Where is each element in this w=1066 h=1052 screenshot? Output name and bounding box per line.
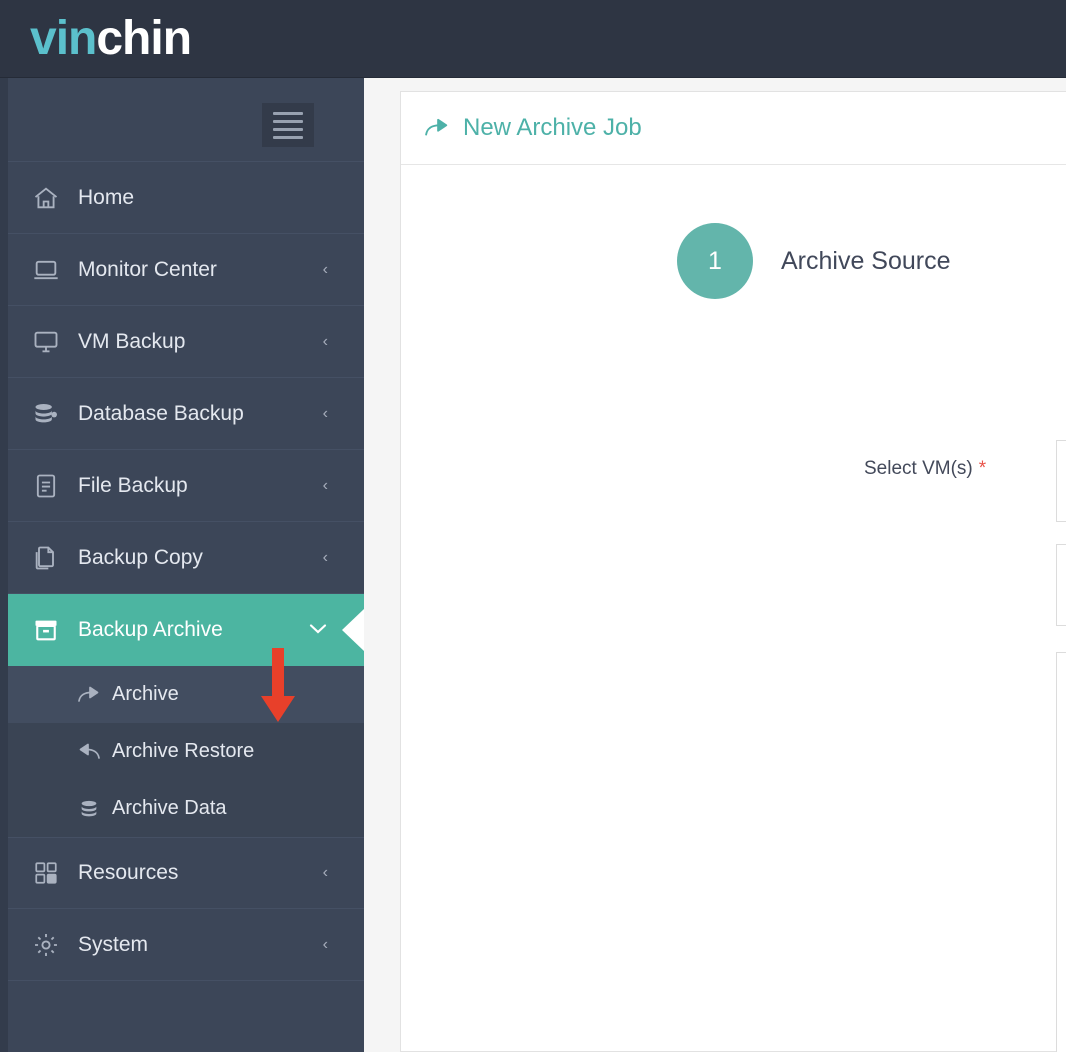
select-vms-label-text: Select VM(s): [864, 458, 973, 479]
sidebar-item-backup-copy[interactable]: Backup Copy ‹: [8, 522, 364, 594]
select-vms-field[interactable]: [1056, 440, 1066, 522]
monitor-icon: [30, 254, 62, 286]
sidebar-item-vm-backup[interactable]: VM Backup ‹: [8, 306, 364, 378]
active-indicator-notch: [342, 608, 364, 651]
sidebar-subitem-label: Archive Restore: [112, 740, 255, 762]
page-title: New Archive Job: [463, 114, 642, 141]
hamburger-menu-icon[interactable]: [262, 103, 314, 147]
home-icon: [30, 182, 62, 214]
chevron-left-icon: ‹: [322, 332, 328, 350]
sidebar-subitem-archive[interactable]: Archive: [8, 666, 364, 723]
step-number-badge: 1: [677, 223, 753, 299]
sidebar-item-label: System: [78, 932, 149, 956]
required-asterisk: *: [978, 458, 987, 479]
chevron-left-icon: ‹: [322, 404, 328, 422]
sidebar-item-label: File Backup: [78, 473, 188, 497]
logo-suffix: chin: [96, 12, 192, 65]
file-icon: [30, 470, 62, 502]
hamburger-line: [273, 111, 303, 115]
sidebar-subitem-archive-restore[interactable]: Archive Restore: [8, 723, 364, 780]
sidebar-item-label: Backup Copy: [78, 545, 203, 569]
sidebar-header: [8, 78, 364, 162]
content-area: New Archive Job 1 Archive Source Select …: [364, 78, 1066, 1052]
select-vms-label: Select VM(s) *: [864, 458, 986, 480]
sidebar-item-label: Resources: [78, 861, 179, 884]
top-bar: vinchin: [0, 0, 1066, 78]
new-archive-job-card: New Archive Job 1 Archive Source Select …: [400, 91, 1066, 1052]
card-header: New Archive Job: [401, 92, 1066, 165]
gear-icon: [30, 929, 62, 961]
sidebar-item-label: Database Backup: [78, 401, 244, 425]
brand-logo[interactable]: vinchin: [30, 9, 192, 69]
database-stack-icon: [76, 797, 102, 821]
chevron-left-icon: ‹: [322, 935, 328, 953]
sidebar-item-resources[interactable]: Resources ‹: [8, 837, 364, 909]
form-field-list-panel[interactable]: [1056, 652, 1066, 1052]
sidebar-item-label: Home: [78, 185, 135, 209]
sidebar-item-label: VM Backup: [78, 329, 186, 353]
sidebar: Home Monitor Center ‹ VM Backup ‹ Databa…: [0, 78, 364, 1052]
chevron-left-icon: ‹: [322, 260, 328, 278]
reply-arrow-icon: [76, 740, 102, 764]
chevron-left-icon: ‹: [322, 548, 328, 566]
form-field-secondary[interactable]: [1056, 544, 1066, 626]
chevron-down-icon: [308, 621, 328, 639]
hamburger-line: [273, 135, 303, 139]
step-label: Archive Source: [781, 246, 951, 275]
desktop-icon: [30, 326, 62, 358]
hamburger-line: [273, 127, 303, 131]
sidebar-item-label: Monitor Center: [78, 257, 217, 281]
wizard-step-1: 1 Archive Source: [677, 223, 951, 299]
chevron-left-icon: ‹: [322, 864, 328, 881]
copy-icon: [30, 542, 62, 574]
sidebar-submenu-backup-archive: Archive Archive Restore Archive Data: [8, 666, 364, 837]
database-icon: [30, 398, 62, 430]
sidebar-subitem-archive-data[interactable]: Archive Data: [8, 780, 364, 837]
hamburger-line: [273, 119, 303, 123]
sidebar-item-monitor-center[interactable]: Monitor Center ‹: [8, 234, 364, 306]
archive-box-icon: [30, 614, 62, 646]
sidebar-subitem-label: Archive Data: [112, 797, 227, 819]
grid-icon: [30, 857, 62, 889]
sidebar-item-backup-archive[interactable]: Backup Archive: [8, 594, 364, 666]
logo-prefix: vin: [30, 12, 97, 65]
sidebar-item-label: Backup Archive: [78, 617, 223, 641]
share-arrow-icon: [423, 116, 451, 140]
sidebar-item-system[interactable]: System ‹: [8, 909, 364, 981]
sidebar-item-file-backup[interactable]: File Backup ‹: [8, 450, 364, 522]
sidebar-item-database-backup[interactable]: Database Backup ‹: [8, 378, 364, 450]
sidebar-subitem-label: Archive: [112, 683, 179, 705]
chevron-left-icon: ‹: [322, 476, 328, 494]
sidebar-item-home[interactable]: Home: [8, 162, 364, 234]
app-root: vinchin Home Monitor Center ‹ VM Backup …: [0, 0, 1066, 1052]
share-arrow-icon: [76, 683, 102, 707]
